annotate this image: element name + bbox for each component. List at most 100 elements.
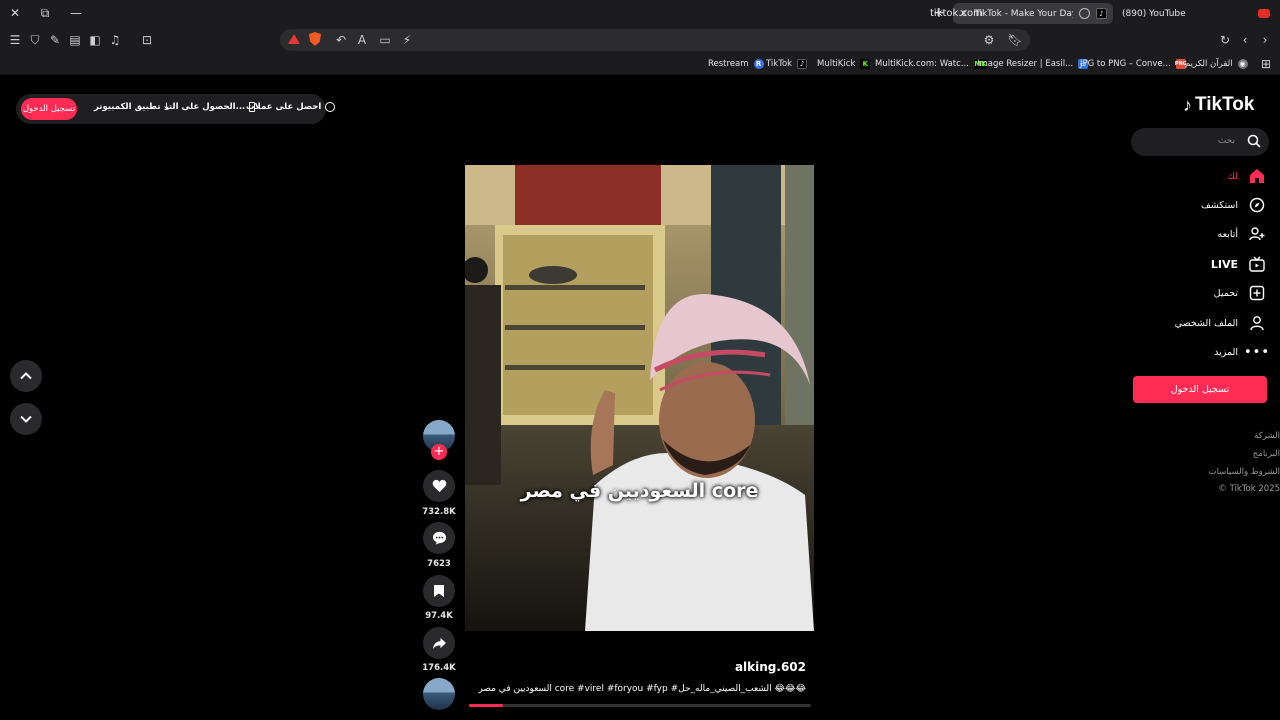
- bookmark-label: MultiKick.com: Watc...: [875, 59, 969, 69]
- tiktok-logo[interactable]: ♪ TikTok: [1183, 94, 1254, 116]
- screenshot-icon[interactable]: ⊡: [139, 32, 155, 48]
- bookmark-label: MultiKick: [817, 59, 856, 69]
- tab-youtube[interactable]: (890) YouTube: [1116, 3, 1276, 24]
- following-icon: [1248, 225, 1266, 243]
- bookmarks-bar: Restream R TikTok ♪ MultiKick K MultiKic…: [0, 53, 1280, 75]
- save-button[interactable]: [423, 575, 455, 607]
- comment-count: 7623: [427, 559, 451, 569]
- shield-icon[interactable]: ⛉: [27, 32, 43, 48]
- nav-label: أتابعه: [1217, 228, 1239, 240]
- globe-icon: ◉: [1237, 59, 1248, 69]
- video-progress-bar[interactable]: [469, 704, 811, 707]
- comment-button[interactable]: [423, 522, 455, 554]
- back-arrow-icon[interactable]: ↶: [333, 32, 349, 48]
- tab-title: (890) YouTube: [1122, 8, 1186, 19]
- browser-toolbar: ☰ ⛉ ✎ ▤ ◧ ♫ ⊡ ↶ A ▭ ⚡ ⚙ 🔖︎ ↻ ‹ ›: [0, 26, 1280, 53]
- get-coins-label: احصل على عملات: [246, 102, 322, 112]
- sidebar-icon[interactable]: ◧: [87, 32, 103, 48]
- url-text[interactable]: tiktok.com: [930, 8, 983, 19]
- bookmark-multikick[interactable]: MultiKick K: [817, 57, 871, 71]
- desktop-app-link[interactable]: تطبيق الكمبيوتر ⤓: [94, 102, 169, 112]
- footer-program-link[interactable]: البرنامج: [1253, 449, 1280, 459]
- tiktok-favicon-icon: ♪: [1096, 8, 1107, 19]
- logo-text: TikTok: [1195, 94, 1255, 115]
- restore-window-icon[interactable]: ⧉: [35, 4, 55, 22]
- get-app-label: الحصول على التـ...: [166, 102, 246, 112]
- nav-item-more[interactable]: المزيد •••: [1214, 341, 1271, 363]
- menu-icon[interactable]: ☰: [7, 32, 23, 48]
- chevron-down-icon: [20, 415, 32, 423]
- save-count: 97.4K: [425, 611, 453, 621]
- nav-item-upload[interactable]: تحميل: [1214, 282, 1266, 304]
- search-placeholder[interactable]: بحث: [1218, 136, 1235, 146]
- bookmark-jpg-to-png[interactable]: JPG to PNG – Conve... PNG: [1080, 57, 1187, 71]
- video-caption: السعوديين في مصر core: [520, 480, 759, 502]
- reload-icon[interactable]: ↻: [1217, 32, 1233, 48]
- get-app-link[interactable]: الحصول على التـ...: [166, 102, 256, 112]
- site-settings-icon[interactable]: ⚙: [981, 32, 997, 48]
- like-button[interactable]: [423, 470, 455, 502]
- video-player[interactable]: السعوديين في مصر core: [465, 165, 814, 631]
- follow-plus-icon[interactable]: +: [431, 444, 447, 460]
- restream-icon: R: [753, 59, 764, 69]
- screen-icon[interactable]: ▭: [377, 32, 393, 48]
- bookmark-label: TikTok: [766, 59, 793, 69]
- bookmark-label: JPG to PNG – Conve...: [1080, 59, 1171, 69]
- nav-label: LIVE: [1210, 257, 1238, 271]
- bookmark-label: القرآن الكريم: [1185, 59, 1233, 69]
- apps-grid-icon[interactable]: ⊞: [1258, 56, 1274, 72]
- nav-item-following[interactable]: أتابعه: [1218, 223, 1267, 245]
- back-icon[interactable]: ‹: [1237, 32, 1253, 48]
- tools-icon[interactable]: ⚡: [399, 32, 415, 48]
- bookmark-image-resizer[interactable]: Image Resizer | Easil... ▭: [977, 57, 1089, 71]
- live-icon: [1248, 255, 1266, 273]
- video-username[interactable]: alking.602: [735, 660, 806, 674]
- nav-item-home[interactable]: لك: [1227, 165, 1266, 187]
- more-icon: •••: [1244, 344, 1271, 360]
- nav-item-live[interactable]: LIVE: [1211, 253, 1266, 275]
- nav-item-profile[interactable]: الملف الشخصي: [1175, 312, 1266, 334]
- minimize-window-icon[interactable]: —: [66, 4, 86, 22]
- previous-video-button[interactable]: [10, 360, 42, 392]
- top-action-bar: تسجيل الدخول تطبيق الكمبيوتر ⤓ الحصول عل…: [16, 94, 336, 124]
- chevron-up-icon: [20, 372, 32, 380]
- login-button[interactable]: تسجيل الدخول: [21, 98, 77, 120]
- browser-tab-bar: ✕ ⧉ — + ✕ TikTok - Make Your Day ♪ (890)…: [0, 0, 1280, 26]
- mute-tab-icon[interactable]: [1079, 8, 1090, 19]
- extensions-icon[interactable]: ✎: [47, 32, 63, 48]
- like-count: 732.8K: [422, 507, 456, 517]
- search-box[interactable]: بحث: [1131, 128, 1269, 156]
- next-video-button[interactable]: [10, 403, 42, 435]
- music-disc-avatar[interactable]: [423, 678, 455, 710]
- footer-copyright: © TikTok 2025: [1218, 484, 1280, 494]
- sidebar-login-button[interactable]: تسجيل الدخول: [1133, 376, 1267, 403]
- tiktok-icon: ♪: [797, 59, 808, 69]
- forward-icon[interactable]: ›: [1257, 32, 1273, 48]
- close-window-icon[interactable]: ✕: [5, 4, 25, 22]
- bookmark-restream[interactable]: Restream R: [708, 57, 764, 71]
- nav-label: المزيد: [1214, 346, 1238, 358]
- footer-company-link[interactable]: الشركة: [1254, 431, 1280, 441]
- home-icon: [1248, 167, 1266, 185]
- video-frame: [465, 165, 814, 631]
- share-button[interactable]: [423, 627, 455, 659]
- bookmark-quran[interactable]: القرآن الكريم ◉: [1185, 57, 1248, 71]
- music-icon[interactable]: ♫: [107, 32, 123, 48]
- comment-icon: [432, 531, 446, 545]
- bookmark-icon[interactable]: 🔖︎: [1007, 32, 1023, 48]
- tiktok-note-icon: ♪: [1183, 94, 1192, 115]
- search-icon[interactable]: [1247, 134, 1261, 148]
- get-coins-link[interactable]: احصل على عملات: [246, 102, 336, 112]
- coin-icon: [325, 102, 336, 112]
- footer-terms-link[interactable]: الشروط والسياسات: [1209, 467, 1280, 477]
- share-count: 176.4K: [422, 663, 456, 673]
- nav-item-explore[interactable]: استكشف: [1201, 194, 1266, 216]
- translate-icon[interactable]: A: [354, 32, 370, 48]
- video-progress-fill: [469, 704, 504, 707]
- bookmark-save-icon: [434, 585, 444, 597]
- bookmark-tiktok[interactable]: TikTok ♪: [766, 57, 808, 71]
- nav-label: تحميل: [1213, 287, 1238, 299]
- tabs-icon[interactable]: ▤: [67, 32, 83, 48]
- bookmark-multikick-com[interactable]: MultiKick.com: Watc... MK: [875, 57, 987, 71]
- warning-icon[interactable]: [288, 34, 300, 44]
